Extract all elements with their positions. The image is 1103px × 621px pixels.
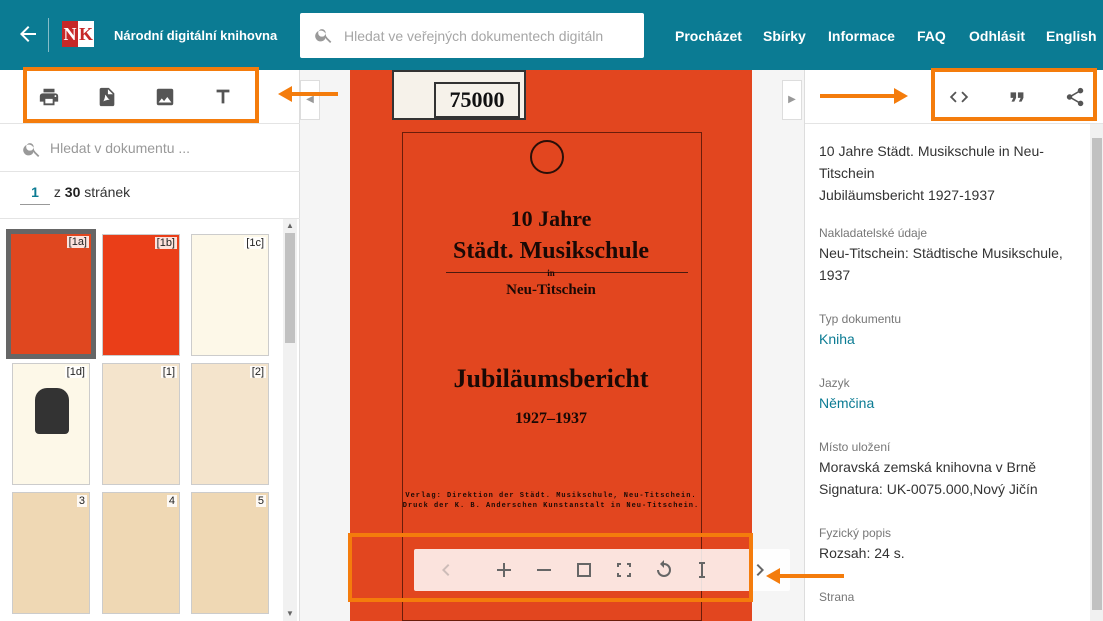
shelf-tag: 75000 [392,70,526,120]
page-counter: 1 z 30 stránek [20,184,130,205]
global-search[interactable] [300,13,644,58]
left-panel: 1 z 30 stránek [1a] [1b] [1c] [1d] [1] [… [0,70,300,621]
annotation-arrow-right-icon [820,88,908,104]
thumbnail-scrollbar[interactable]: ▲ ▼ [283,219,297,621]
search-icon [23,143,40,157]
back-arrow-icon[interactable] [16,22,40,46]
shelf-number: 75000 [434,82,520,118]
scrollbar-thumb[interactable] [1092,138,1102,610]
thumbnail-page[interactable]: [1d] [12,363,90,485]
nav-sbirky[interactable]: Sbírky [763,28,806,44]
physical-value: Rozsah: 24 s. [819,545,905,561]
doctype-label: Typ dokumentu [819,312,902,326]
thumbnail-page[interactable]: [1a] [6,229,96,359]
page-label: Strana [819,590,855,604]
signature-value: Signatura: UK-0075.000,Nový Jičín [819,481,1038,497]
pager-of: z [53,184,61,200]
language-label: Jazyk [819,376,850,390]
pager-total: 30 [64,184,81,200]
cover-line-6: 1927–1937 [515,410,587,427]
nav-odhlasit[interactable]: Odhlásit [969,28,1025,44]
thumbnail-page[interactable]: [1] [102,363,180,485]
cover-line-2: Städt. Musikschule [452,238,650,264]
annotation-arrow-left-icon [278,86,338,102]
lyre-emblem-icon [530,140,564,174]
scroll-down-icon[interactable]: ▼ [285,609,295,619]
search-icon [315,29,332,43]
document-search-input[interactable] [50,136,280,160]
nav-informace[interactable]: Informace [828,28,895,44]
document-search[interactable] [0,124,300,172]
cover-line-3: in [547,268,555,278]
pager-pages-label: stránek [84,184,131,200]
location-label: Místo uložení [819,440,891,454]
doc-title: 10 Jahre Städt. Musikschule in Neu-Titsc… [819,143,1044,181]
location-value: Moravská zemská knihovna v Brně [819,459,1037,475]
right-panel: 10 Jahre Städt. Musikschule in Neu-Titsc… [804,70,1103,621]
thumbnail-page[interactable]: [2] [191,363,269,485]
nav-english[interactable]: English [1046,28,1097,44]
thumbnail-page[interactable]: [1b] [102,234,180,356]
doc-subtitle: Jubiläumsbericht 1927-1937 [819,187,995,203]
cover-line-1: 10 Jahre [510,206,592,231]
publisher-value: Neu-Titschein: Städtische Musikschule, 1… [819,245,1063,283]
thumbnail-grid: [1a] [1b] [1c] [1d] [1] [2] 3 4 5 ▲ ▼ [0,218,300,621]
cover-publisher-1: Verlag: Direktion der Städt. Musikschule… [405,492,697,500]
thumbnail-page[interactable]: [1c] [191,234,269,356]
annotation-box-viewer-controls [348,533,753,602]
annotation-arrow-bottom-icon [766,568,844,584]
scroll-up-icon[interactable]: ▲ [285,221,295,231]
thumbnail-page[interactable]: 3 [12,492,90,614]
divider [48,18,49,52]
thumbnail-page[interactable]: 5 [191,492,269,614]
collapse-right-panel-button[interactable]: ▶ [782,80,802,120]
cover-publisher-2: Druck der K. B. Anderschen Kunstanstalt … [402,502,700,510]
current-page-input[interactable]: 1 [20,184,50,205]
publisher-label: Nakladatelské údaje [819,226,928,240]
portrait-image [35,388,69,434]
cover-line-4: Neu-Titschein [506,282,596,298]
doctype-link[interactable]: Kniha [819,328,1087,350]
metadata-scrollbar[interactable] [1090,124,1103,621]
document-metadata: 10 Jahre Städt. Musikschule in Neu-Titsc… [819,140,1087,606]
cover-line-5: Jubiläumsbericht [453,364,649,393]
annotation-box-left-toolbar [23,67,259,123]
top-bar: NK Národní digitální knihovna Procházet … [0,0,1103,70]
brand-name: Národní digitální knihovna [114,28,278,43]
thumbnail-page[interactable]: 4 [102,492,180,614]
nav-prochazet[interactable]: Procházet [675,28,742,44]
nav-faq[interactable]: FAQ [917,28,946,44]
ndk-logo[interactable]: NK [62,21,94,47]
scrollbar-thumb[interactable] [285,233,295,343]
physical-label: Fyzický popis [819,526,892,540]
language-link[interactable]: Němčina [819,392,1087,414]
annotation-box-right-toolbar [931,68,1097,121]
global-search-input[interactable] [344,23,634,49]
